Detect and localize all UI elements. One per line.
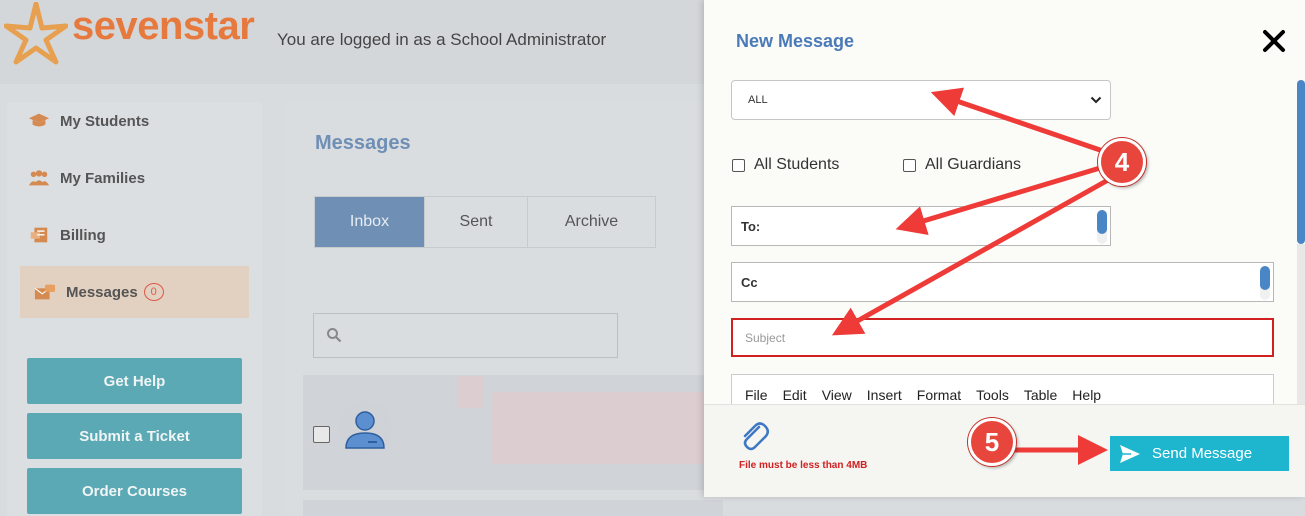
brand-name: sevenstar [72, 4, 255, 48]
to-field[interactable]: To: [731, 206, 1111, 246]
user-icon [345, 411, 385, 449]
editor-menu-edit[interactable]: Edit [783, 387, 807, 403]
step-4-marker: 4 [1098, 138, 1146, 186]
sidebar-item-my-families[interactable]: My Families [14, 153, 242, 203]
sidebar-item-billing[interactable]: Billing [14, 210, 242, 260]
send-message-label: Send Message [1152, 445, 1253, 462]
recipient-select[interactable]: ALL [731, 80, 1111, 120]
step-5-marker: 5 [968, 418, 1016, 466]
sidebar-item-label: My Families [60, 169, 146, 187]
graduation-cap-icon [28, 113, 50, 127]
all-guardians-option[interactable]: All Guardians [903, 156, 1021, 174]
close-icon[interactable] [1261, 28, 1287, 54]
page-title: Messages [315, 132, 411, 154]
subject-input[interactable]: Subject [731, 318, 1274, 357]
to-label: To: [741, 218, 761, 234]
cc-field[interactable]: Cc [731, 262, 1274, 302]
messages-icon [34, 284, 56, 300]
redacted-block [457, 376, 483, 408]
avatar [338, 401, 392, 455]
search-icon [327, 328, 342, 343]
tab-inbox[interactable]: Inbox [315, 197, 425, 247]
all-students-label: All Students [754, 156, 840, 173]
to-field-scrollbar[interactable] [1097, 210, 1107, 244]
modal-scrollbar-track[interactable] [1297, 244, 1305, 404]
cc-field-scrollbar[interactable] [1260, 266, 1270, 300]
logo[interactable]: sevenstar [4, 0, 264, 66]
editor-menu-tools[interactable]: Tools [976, 387, 1009, 403]
all-guardians-checkbox[interactable] [903, 158, 916, 172]
tab-sent[interactable]: Sent [425, 197, 528, 247]
paper-plane-icon [1120, 445, 1140, 463]
editor-menu-format[interactable]: Format [917, 387, 961, 403]
logged-in-text: You are logged in as a School Administra… [277, 30, 607, 49]
file-size-note: File must be less than 4MB [739, 460, 868, 471]
message-row-checkbox[interactable] [313, 426, 330, 443]
redacted-block [492, 392, 704, 464]
editor-menu-insert[interactable]: Insert [867, 387, 902, 403]
get-help-button[interactable]: Get Help [27, 358, 242, 404]
search-input[interactable] [313, 313, 618, 358]
cc-label: Cc [741, 274, 758, 290]
list-item[interactable] [303, 500, 723, 516]
sidebar-item-messages[interactable]: Messages 0 [20, 266, 249, 318]
modal-scrollbar-thumb[interactable] [1297, 80, 1305, 244]
order-courses-button[interactable]: Order Courses [27, 468, 242, 514]
send-message-button[interactable]: Send Message [1110, 436, 1289, 471]
sidebar-item-label: My Students [60, 112, 150, 130]
editor-menu-view[interactable]: View [822, 387, 852, 403]
chevron-down-icon [1090, 96, 1102, 104]
tab-archive[interactable]: Archive [528, 197, 655, 247]
star-logo-icon [4, 2, 68, 65]
users-icon [28, 170, 50, 186]
recipient-select-value: ALL [748, 94, 768, 106]
editor-menu-table[interactable]: Table [1024, 387, 1057, 403]
editor-menu-help[interactable]: Help [1072, 387, 1101, 403]
submit-ticket-button[interactable]: Submit a Ticket [27, 413, 242, 459]
all-students-option[interactable]: All Students [732, 156, 839, 174]
sidebar-item-my-students[interactable]: My Students [14, 96, 242, 146]
message-editor[interactable]: File Edit View Insert Format Tools Table… [731, 374, 1274, 404]
editor-menu-file[interactable]: File [745, 387, 768, 403]
all-guardians-label: All Guardians [925, 156, 1022, 173]
modal-title: New Message [736, 31, 855, 51]
sidebar-item-label: Messages [66, 283, 138, 301]
messages-count-badge: 0 [143, 283, 164, 301]
all-students-checkbox[interactable] [732, 158, 745, 172]
sidebar-item-label: Billing [60, 226, 106, 244]
billing-icon [30, 227, 48, 243]
paperclip-icon[interactable] [737, 419, 771, 453]
message-tabs: Inbox Sent Archive [314, 196, 656, 248]
editor-menubar: File Edit View Insert Format Tools Table… [745, 387, 1116, 403]
